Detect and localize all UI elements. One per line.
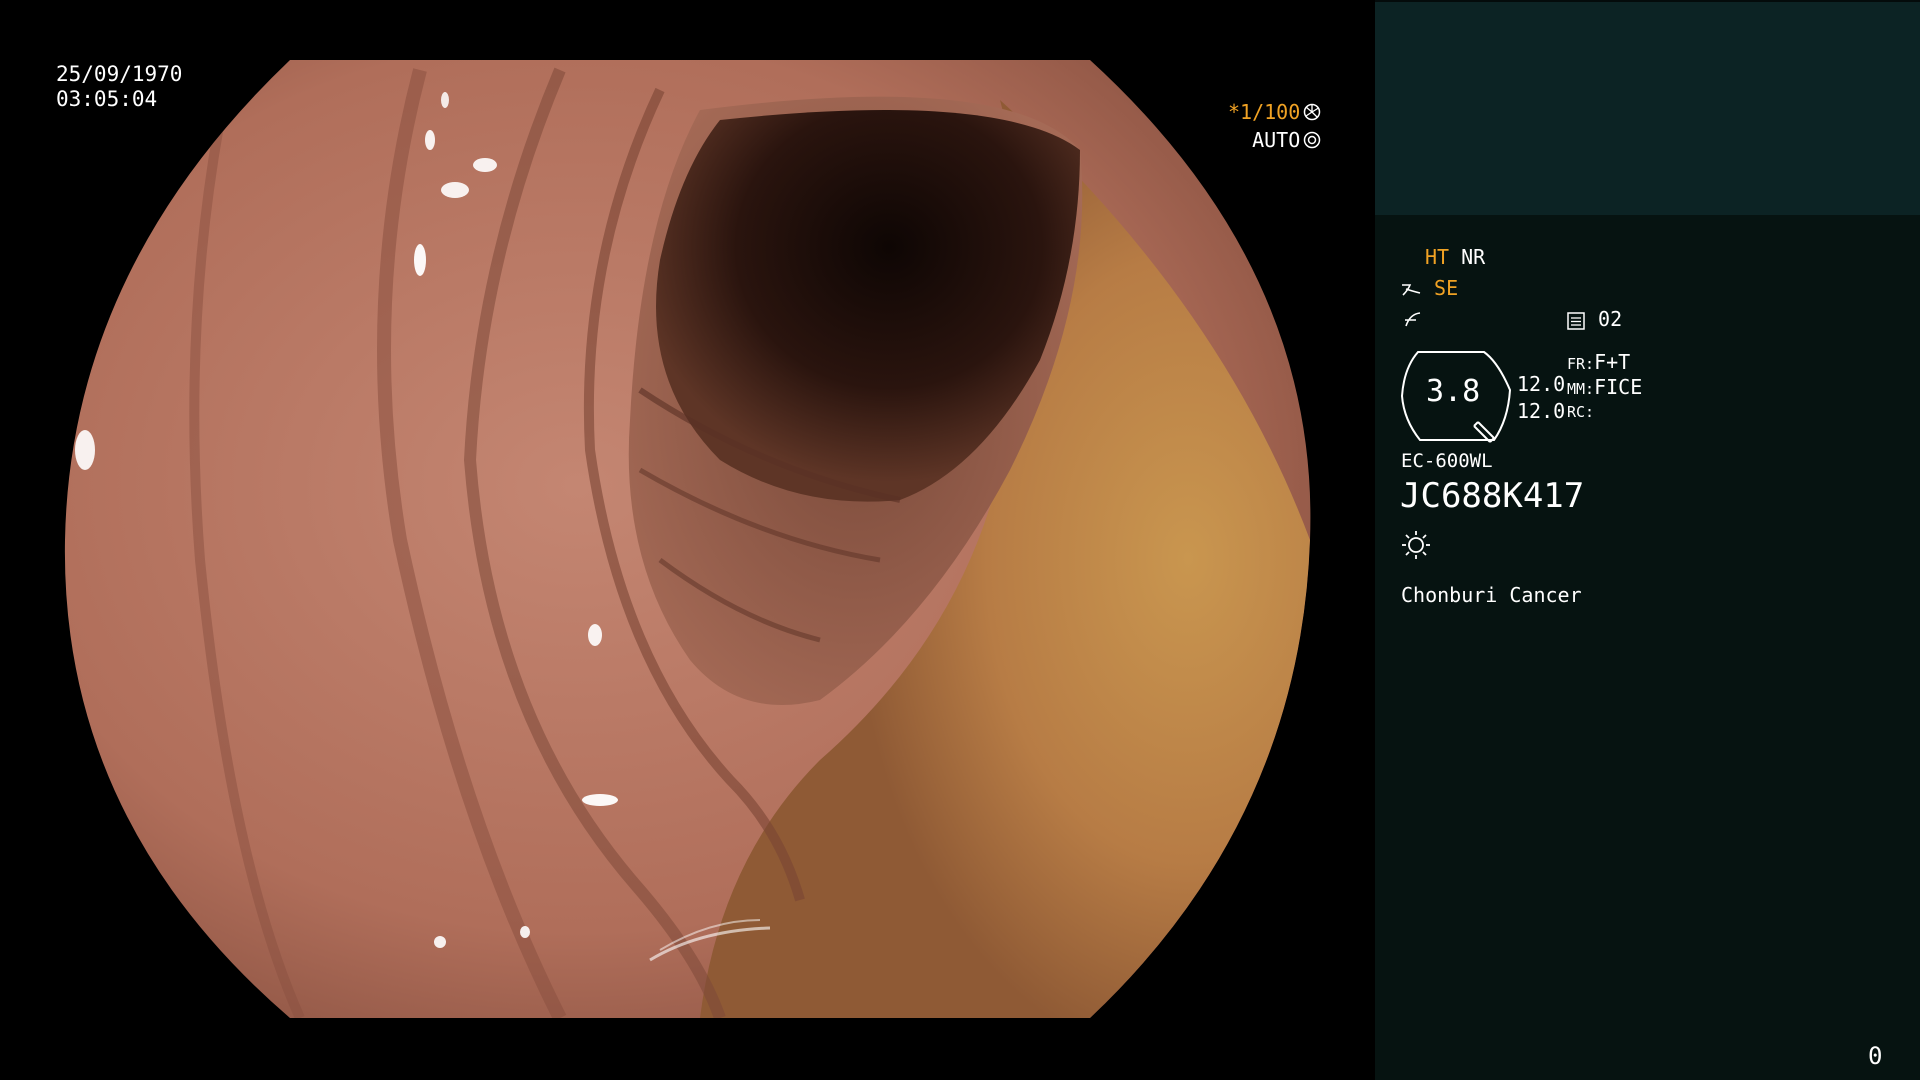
time: 03:05:04 xyxy=(56,87,158,111)
nr-label: NR xyxy=(1461,245,1486,269)
ht-label: HT xyxy=(1425,245,1450,269)
memory-icon xyxy=(1567,311,1585,330)
date: 25/09/1970 xyxy=(56,62,183,86)
scope-serial: JC688K417 xyxy=(1400,476,1585,516)
info-panel xyxy=(1375,215,1920,1080)
rc-label: RC: xyxy=(1567,403,1595,421)
panel-header-area xyxy=(1375,0,1920,217)
light-icon xyxy=(1402,531,1430,559)
endoscope-view: 25/09/1970 03:05:04 *1/100 AUTO xyxy=(0,0,1375,1080)
endoscopic-image xyxy=(64,60,1311,1018)
image-counter: 0 xyxy=(1868,1042,1883,1070)
date-time: 25/09/1970 03:05:04 xyxy=(56,62,182,112)
ht-nr-row: HT NR xyxy=(1425,245,1485,269)
institution-name: Chonburi Cancer xyxy=(1401,583,1582,607)
mm-value: FICE xyxy=(1594,375,1643,399)
iris-mode: AUTO xyxy=(1252,128,1301,152)
mm-label: MM: xyxy=(1567,380,1595,398)
color-enhance-icon xyxy=(1405,311,1421,326)
structure-enhance-icon xyxy=(1402,283,1421,296)
shutter-icon xyxy=(1304,103,1321,121)
zoom-value: 3.8 xyxy=(1426,374,1481,409)
fr-value: F+T xyxy=(1594,350,1631,374)
memory-value: 02 xyxy=(1598,307,1623,331)
se-row: SE xyxy=(1400,276,1458,300)
shutter-row: *1/100 xyxy=(1228,98,1321,126)
exposure-info: *1/100 AUTO xyxy=(1228,98,1321,154)
memory-row: 02 xyxy=(1566,307,1622,331)
fr-label: FR: xyxy=(1567,355,1595,373)
settings-block: FR:F+T MM:FICE RC: xyxy=(1567,350,1642,427)
value-2: 12.0 xyxy=(1517,399,1566,423)
color-enhance-row xyxy=(1402,306,1424,330)
se-label: SE xyxy=(1434,276,1459,300)
scope-model: EC-600WL xyxy=(1401,450,1493,472)
value-1: 12.0 xyxy=(1517,372,1566,396)
iris-icon xyxy=(1304,131,1321,149)
iris-row: AUTO xyxy=(1228,126,1321,154)
shutter-speed: *1/100 xyxy=(1228,100,1301,124)
